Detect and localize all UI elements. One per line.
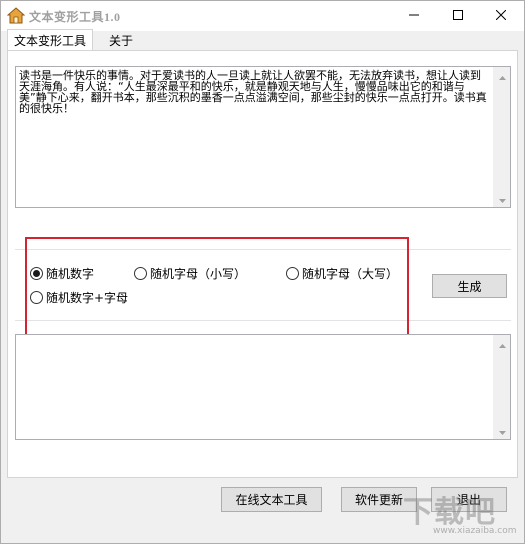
output-scrollbar[interactable]: [493, 335, 510, 439]
tab-text-transform[interactable]: 文本变形工具: [7, 29, 93, 51]
minimize-icon: [409, 9, 419, 23]
tab-strip: 文本变形工具 关于: [1, 29, 524, 51]
online-tools-button[interactable]: 在线文本工具: [221, 487, 322, 512]
input-scrollbar[interactable]: [493, 67, 510, 207]
app-window: 文本变形工具1.0 文本变形工具 关于 读书是一件快乐的事情。对于爱读书的人一旦…: [0, 0, 525, 544]
watermark-url: www.xiazaiba.com: [433, 526, 517, 536]
generate-button[interactable]: 生成: [432, 274, 507, 298]
scroll-up-button[interactable]: [494, 335, 511, 352]
scroll-down-icon: [499, 424, 506, 438]
scroll-down-button[interactable]: [494, 422, 511, 439]
scroll-down-button[interactable]: [494, 190, 511, 207]
close-icon: [495, 9, 507, 23]
maximize-button[interactable]: [439, 1, 477, 31]
scroll-up-button[interactable]: [494, 67, 511, 84]
scroll-up-icon: [499, 337, 506, 351]
scroll-up-icon: [499, 69, 506, 83]
maximize-icon: [453, 9, 463, 23]
input-textarea[interactable]: 读书是一件快乐的事情。对于爱读书的人一旦读上就让人欲罢不能，无法放弃读书，想让人…: [15, 66, 511, 208]
app-icon: [6, 7, 26, 25]
scroll-down-icon: [499, 192, 506, 206]
highlight-annotation: [25, 237, 409, 344]
window-title: 文本变形工具1.0: [29, 10, 121, 24]
input-text: 读书是一件快乐的事情。对于爱读书的人一旦读上就让人欲罢不能，无法放弃读书，想让人…: [19, 69, 487, 115]
title-bar: 文本变形工具1.0: [1, 1, 524, 31]
minimize-button[interactable]: [395, 1, 433, 31]
output-textarea[interactable]: [15, 334, 511, 440]
close-button[interactable]: [482, 1, 520, 31]
tab-about[interactable]: 关于: [101, 29, 141, 51]
watermark-logo: 下载吧: [403, 495, 496, 530]
